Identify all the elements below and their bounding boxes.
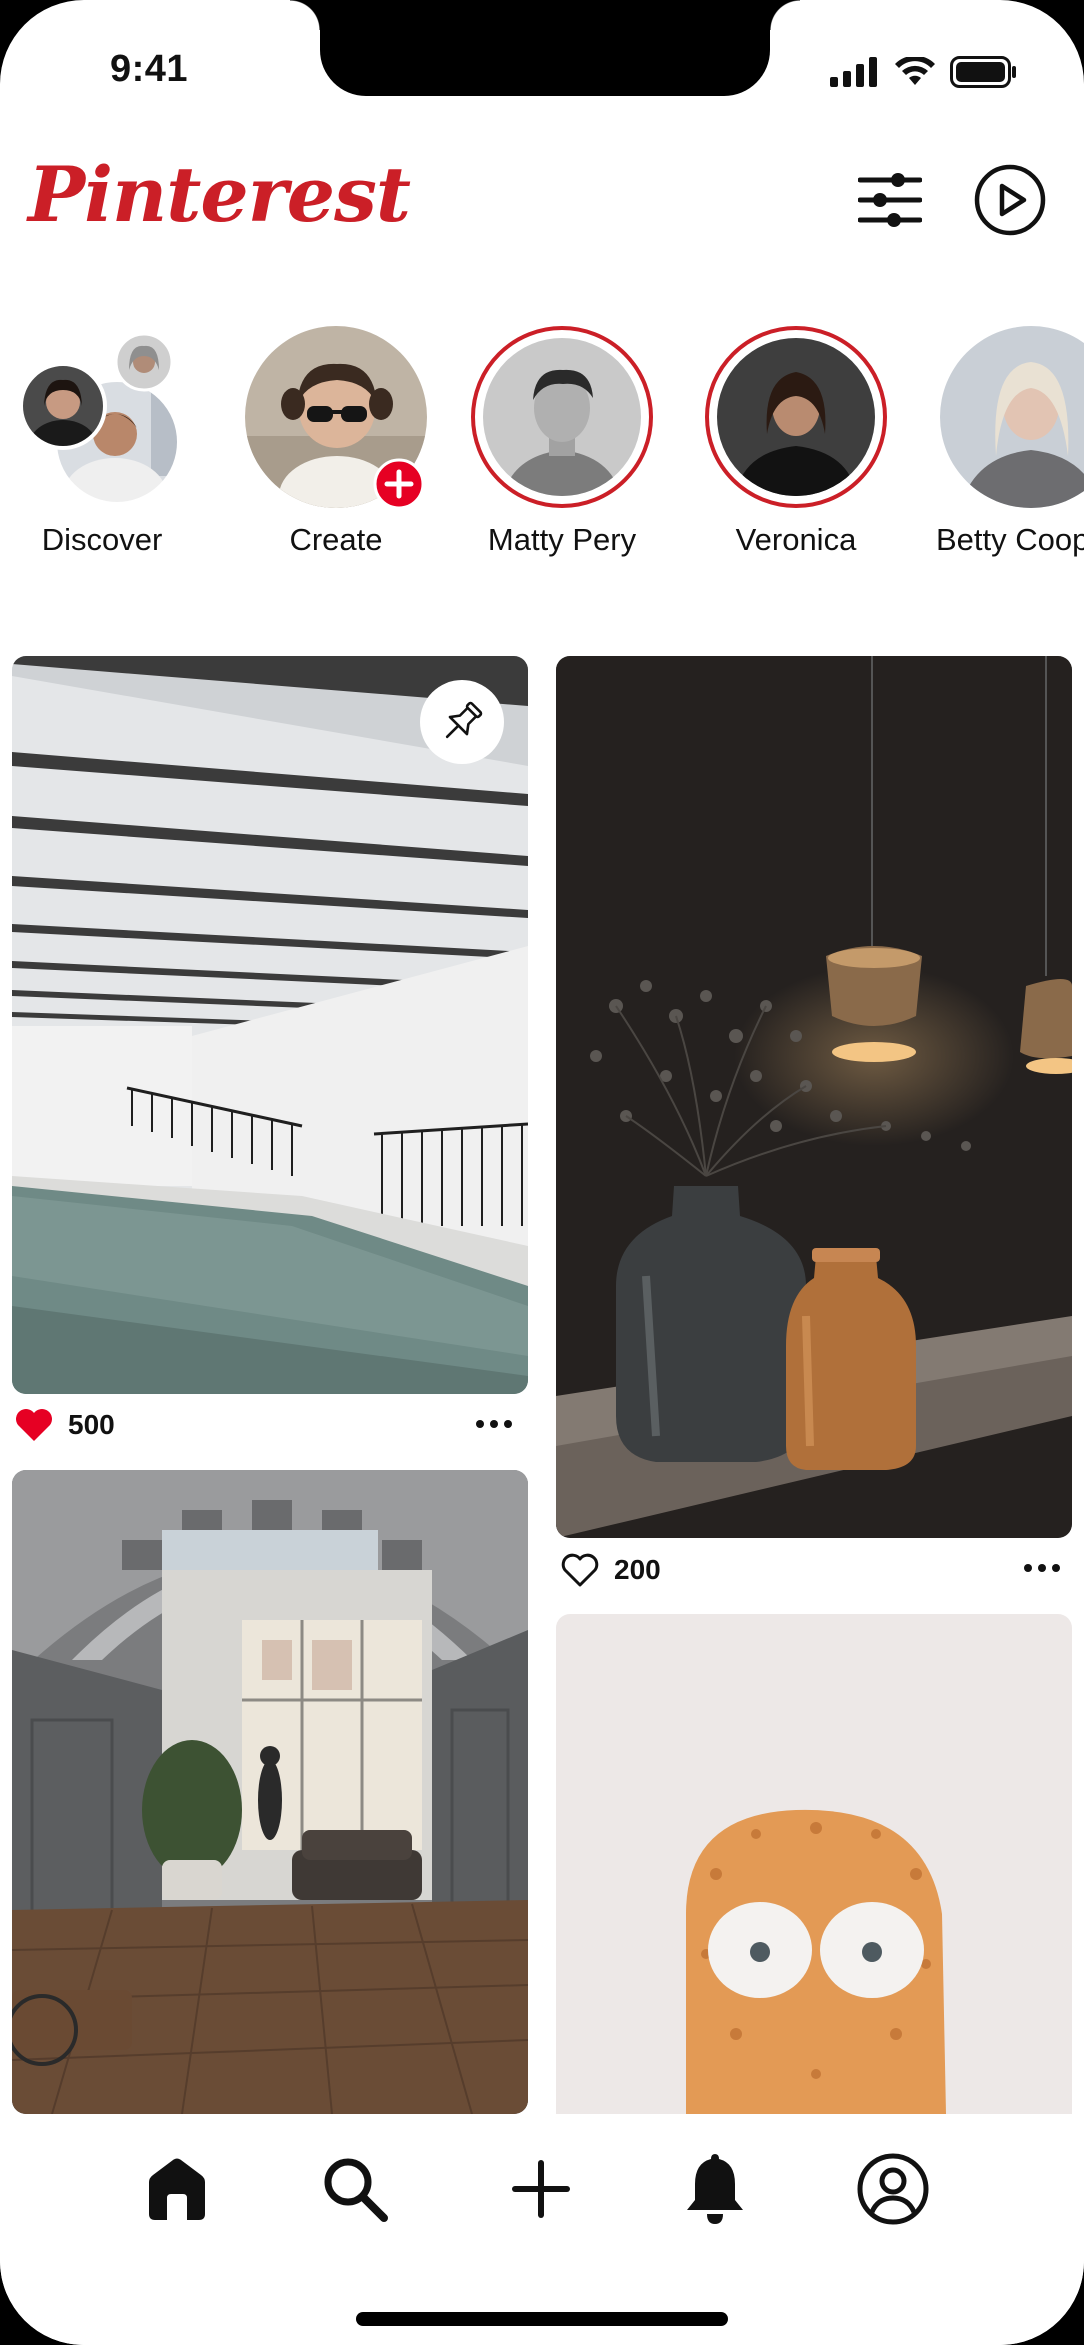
- home-indicator[interactable]: [356, 2312, 728, 2326]
- play-circle-icon: [974, 164, 1046, 236]
- nav-search[interactable]: [310, 2144, 400, 2234]
- betty-avatar: [940, 326, 1084, 508]
- nav-create[interactable]: [496, 2144, 586, 2234]
- nav-notifications[interactable]: [670, 2144, 760, 2234]
- add-story-icon[interactable]: [373, 458, 425, 510]
- pin-image-creature: [556, 1614, 1072, 2114]
- story-label: Veronica: [735, 522, 857, 557]
- status-icons: [830, 56, 1018, 88]
- like-count: 500: [68, 1409, 115, 1440]
- notch: [290, 0, 800, 96]
- status-time: 9:41: [110, 48, 189, 90]
- story-discover[interactable]: Discover: [2, 326, 202, 558]
- pin-card-vases[interactable]: [556, 656, 1072, 1538]
- story-label: Create: [289, 522, 383, 557]
- story-label: Discover: [41, 522, 163, 557]
- heart-outline-icon[interactable]: [560, 1552, 600, 1588]
- home-icon: [149, 2158, 205, 2220]
- pin-card-hall[interactable]: [12, 1470, 528, 2114]
- wifi-icon: [895, 57, 935, 85]
- search-icon: [324, 2158, 388, 2222]
- pin-meta-vases: 200: [560, 1550, 661, 1590]
- nav-home[interactable]: [132, 2144, 222, 2234]
- story-ring: [471, 326, 653, 508]
- nav-profile[interactable]: [848, 2144, 938, 2234]
- heart-filled-icon[interactable]: [14, 1407, 54, 1443]
- pinterest-logo[interactable]: Pinterest: [28, 150, 411, 239]
- story-create[interactable]: Create: [236, 326, 436, 558]
- phone-screen: 9:41 Pinterest Discover Create Matty Per…: [0, 0, 1084, 2345]
- more-options-button[interactable]: [476, 1420, 512, 1428]
- story-label: Betty Cooper: [936, 522, 1084, 557]
- story-veronica[interactable]: Veronica: [696, 326, 896, 558]
- play-button[interactable]: [970, 160, 1050, 240]
- plus-icon: [512, 2160, 570, 2218]
- profile-icon: [857, 2153, 929, 2225]
- pin-icon: [445, 701, 483, 739]
- more-options-button[interactable]: [1024, 1564, 1060, 1572]
- pin-image-pool: [12, 656, 528, 1394]
- pin-card-pool[interactable]: [12, 656, 528, 1394]
- filter-button[interactable]: [850, 160, 930, 240]
- like-count: 200: [614, 1554, 661, 1585]
- matty-avatar-image: [483, 338, 641, 496]
- story-matty-pery[interactable]: Matty Pery: [462, 326, 662, 558]
- betty-avatar-image: [940, 326, 1084, 508]
- battery-icon: [950, 56, 1016, 88]
- signal-icon: [830, 57, 877, 87]
- story-betty-cooper[interactable]: Betty Cooper: [920, 326, 1084, 558]
- sliders-icon: [858, 173, 922, 227]
- veronica-avatar-image: [717, 338, 875, 496]
- create-avatar: [245, 326, 427, 510]
- story-ring: [705, 326, 887, 508]
- pin-image-hall: [12, 1470, 528, 2114]
- save-pin-button[interactable]: [420, 680, 504, 764]
- story-label: Matty Pery: [487, 522, 637, 557]
- pin-card-creature[interactable]: [556, 1614, 1072, 2114]
- bell-icon: [687, 2154, 743, 2224]
- pin-image-vases: [556, 656, 1072, 1538]
- discover-avatar-cluster: [11, 326, 193, 508]
- bottom-navigation: [0, 2114, 1084, 2345]
- pin-meta-pool: 500: [14, 1405, 115, 1445]
